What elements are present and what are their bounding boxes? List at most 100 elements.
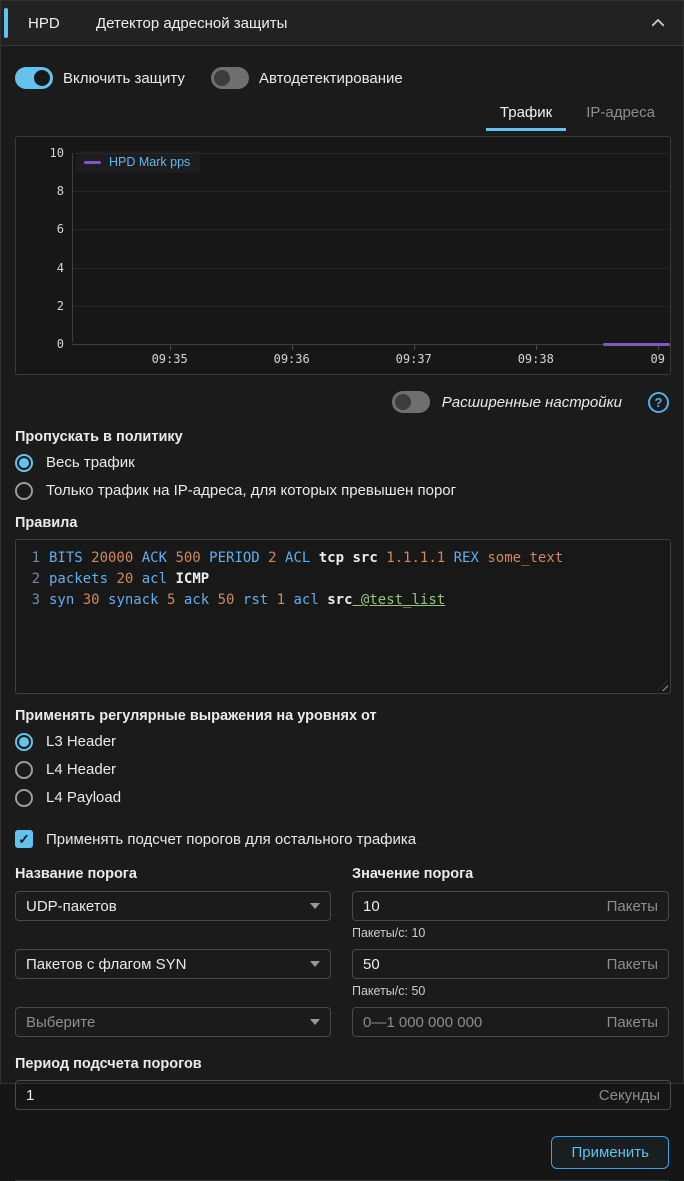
code-token: src bbox=[319, 592, 353, 608]
code-token: ICMP bbox=[167, 571, 209, 587]
x-tick-mark bbox=[536, 345, 537, 350]
panel-title: Детектор адресной защиты bbox=[96, 15, 287, 32]
code-token: 1.1.1.1 bbox=[378, 550, 445, 566]
tab-ip-addresses[interactable]: IP-адреса bbox=[572, 96, 669, 131]
input-value: 1 bbox=[26, 1087, 599, 1104]
radio-label: Весь трафик bbox=[46, 454, 135, 471]
checkbox-checked-icon[interactable]: ✓ bbox=[15, 830, 33, 848]
module-badge: HPD bbox=[28, 15, 96, 32]
chevron-down-icon bbox=[310, 1019, 320, 1025]
threshold-select-2[interactable]: Пакетов с флагом SYN bbox=[15, 949, 331, 979]
autodetect-toggle-label: Автодетектирование bbox=[259, 70, 403, 87]
code-token: tcp bbox=[310, 550, 344, 566]
radio-l3-header[interactable]: L3 Header bbox=[15, 731, 669, 752]
select-placeholder: Выберите bbox=[26, 1014, 310, 1031]
code-token: acl bbox=[133, 571, 167, 587]
advanced-settings-label: Расширенные настройки bbox=[442, 394, 622, 411]
threshold-select-1[interactable]: UDP-пакетов bbox=[15, 891, 331, 921]
header-accent-bar bbox=[4, 8, 8, 38]
code-line: 1BITS 20000 ACK 500 PERIOD 2 ACL tcp src… bbox=[22, 548, 664, 569]
rules-label: Правила bbox=[15, 515, 669, 531]
protection-toggle[interactable] bbox=[15, 67, 53, 89]
advanced-settings-row: Расширенные настройки ? bbox=[15, 389, 669, 415]
thresholds-grid: Название порога Значение порога UDP-паке… bbox=[15, 866, 669, 1037]
tab-traffic[interactable]: Трафик bbox=[486, 96, 566, 131]
line-number: 3 bbox=[22, 590, 40, 611]
grid-line bbox=[73, 191, 668, 192]
protection-toggle-label: Включить защиту bbox=[63, 70, 185, 87]
code-token: BITS bbox=[49, 550, 83, 566]
resize-handle[interactable] bbox=[657, 680, 668, 691]
grid-line bbox=[73, 268, 668, 269]
panel-header[interactable]: HPD Детектор адресной защиты bbox=[1, 1, 683, 46]
code-token: packets bbox=[49, 571, 108, 587]
legend-series-dash bbox=[84, 161, 101, 164]
radio-label: L4 Header bbox=[46, 761, 116, 778]
threshold-select-3[interactable]: Выберите bbox=[15, 1007, 331, 1037]
threshold-input-1[interactable]: 10 Пакеты bbox=[352, 891, 669, 921]
help-icon[interactable]: ? bbox=[648, 392, 669, 413]
code-token: REX bbox=[445, 550, 479, 566]
radio-l4-payload[interactable]: L4 Payload bbox=[15, 787, 669, 808]
chevron-up-icon[interactable] bbox=[649, 14, 667, 32]
toggle-knob bbox=[214, 70, 230, 86]
x-tick-mark bbox=[292, 345, 293, 350]
series-line bbox=[603, 343, 670, 346]
code-token: 5 bbox=[159, 592, 176, 608]
y-tick-label: 10 bbox=[20, 146, 64, 160]
autodetect-toggle[interactable] bbox=[211, 67, 249, 89]
threshold-value-column-label: Значение порога bbox=[352, 866, 669, 882]
code-token: 50 bbox=[209, 592, 234, 608]
code-token: syn bbox=[49, 592, 74, 608]
radio-label: Только трафик на IP-адреса, для которых … bbox=[46, 482, 456, 499]
legend-series-label: HPD Mark pps bbox=[109, 155, 190, 169]
traffic-chart: HPD Mark pps 024681009:3509:3609:3709:38… bbox=[15, 136, 671, 375]
code-token: src bbox=[344, 550, 378, 566]
input-unit: Пакеты bbox=[607, 1014, 658, 1031]
threshold-input-3[interactable]: 0—1 000 000 000 Пакеты bbox=[352, 1007, 669, 1037]
checkbox-label: Применять подсчет порогов для остального… bbox=[46, 831, 416, 848]
y-tick-label: 4 bbox=[20, 261, 64, 275]
radio-icon bbox=[15, 482, 33, 500]
y-tick-label: 8 bbox=[20, 184, 64, 198]
chart-legend[interactable]: HPD Mark pps bbox=[76, 151, 200, 173]
input-unit: Пакеты bbox=[607, 898, 658, 915]
radio-all-traffic[interactable]: Весь трафик bbox=[15, 452, 669, 473]
apply-button[interactable]: Применить bbox=[551, 1136, 669, 1169]
rules-editor[interactable]: 1BITS 20000 ACK 500 PERIOD 2 ACL tcp src… bbox=[15, 539, 671, 694]
radio-only-exceeded[interactable]: Только трафик на IP-адреса, для которых … bbox=[15, 480, 669, 501]
x-tick-label: 09:35 bbox=[152, 352, 188, 366]
regex-levels-label: Применять регулярные выражения на уровня… bbox=[15, 708, 669, 724]
threshold-input-2[interactable]: 50 Пакеты bbox=[352, 949, 669, 979]
advanced-settings-toggle[interactable] bbox=[392, 391, 430, 413]
hpd-panel: HPD Детектор адресной защиты Включить за… bbox=[0, 0, 684, 1084]
code-token: ACL bbox=[277, 550, 311, 566]
grid-line bbox=[73, 229, 668, 230]
x-tick-label: 09:38 bbox=[518, 352, 554, 366]
threshold-hint-1: Пакеты/с: 10 bbox=[352, 926, 669, 941]
code-token: 2 bbox=[260, 550, 277, 566]
input-value: 50 bbox=[363, 956, 607, 973]
chevron-down-icon bbox=[310, 903, 320, 909]
input-value: 10 bbox=[363, 898, 607, 915]
radio-icon bbox=[15, 454, 33, 472]
code-token: ACK bbox=[133, 550, 167, 566]
x-tick-label: 09 bbox=[651, 352, 665, 366]
protection-toggle-group: Включить защиту bbox=[15, 67, 185, 89]
code-token: 20 bbox=[108, 571, 133, 587]
y-tick-label: 6 bbox=[20, 222, 64, 236]
threshold-name-column-label: Название порога bbox=[15, 866, 331, 882]
code-token: 500 bbox=[167, 550, 201, 566]
radio-l4-header[interactable]: L4 Header bbox=[15, 759, 669, 780]
code-token: rst bbox=[234, 592, 268, 608]
y-tick-label: 2 bbox=[20, 299, 64, 313]
code-token: some_text bbox=[479, 550, 563, 566]
y-tick-label: 0 bbox=[20, 337, 64, 351]
chevron-down-icon bbox=[310, 961, 320, 967]
x-tick-mark bbox=[170, 345, 171, 350]
code-token: 30 bbox=[74, 592, 99, 608]
code-token: 20000 bbox=[83, 550, 134, 566]
period-input[interactable]: 1 Секунды bbox=[15, 1080, 671, 1110]
radio-label: L3 Header bbox=[46, 733, 116, 750]
count-rest-checkbox-row[interactable]: ✓ Применять подсчет порогов для остально… bbox=[15, 828, 669, 850]
